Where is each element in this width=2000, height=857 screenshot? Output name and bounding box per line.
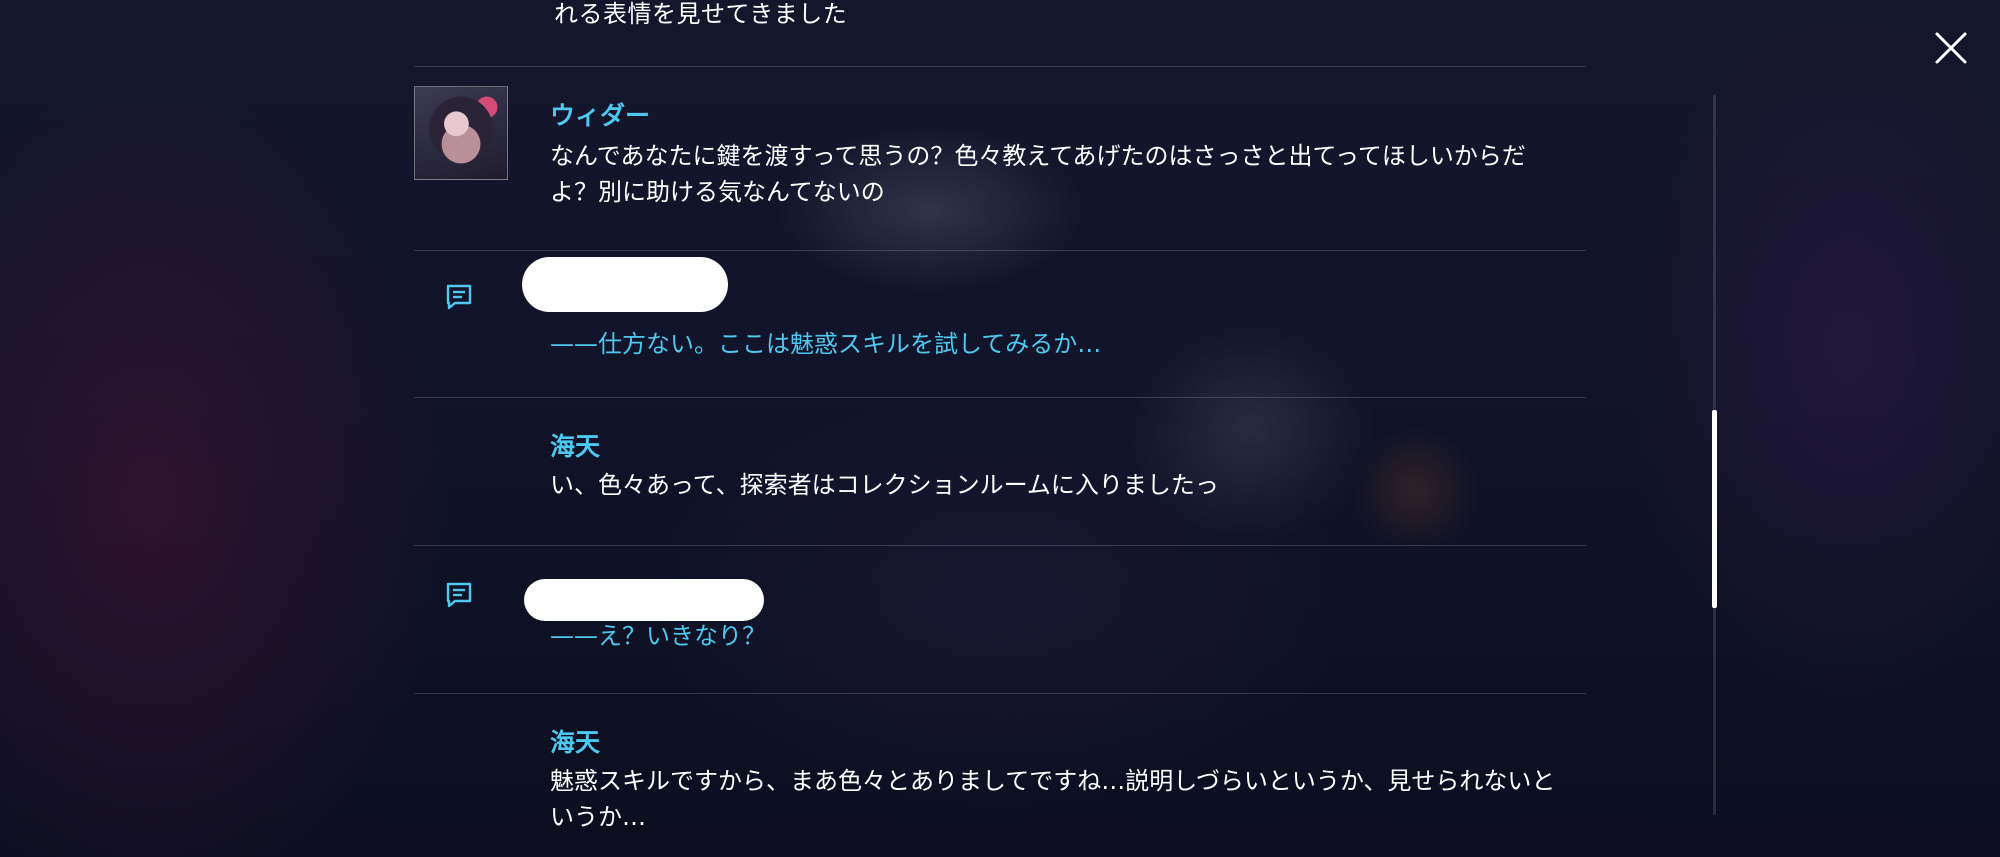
dialogue-text: 魅惑スキルですから、まあ色々とありましてですね…説明しづらいというか、見せられな… (550, 767, 1556, 831)
avatar (414, 86, 508, 180)
close-icon[interactable] (1933, 30, 1969, 66)
chat-bubble-icon (446, 284, 472, 310)
redaction-mark (522, 257, 728, 312)
divider (414, 397, 1586, 398)
divider (414, 250, 1586, 251)
choice-text: ——仕方ない。ここは魅惑スキルを試してみるか… (550, 330, 1102, 358)
dialogue-text: い、色々あって、探索者はコレクションルームに入りましたっ (550, 471, 1219, 499)
chat-bubble-icon (446, 582, 472, 608)
scrollbar-thumb[interactable] (1712, 410, 1717, 608)
divider (414, 66, 1586, 67)
choice-text: ——え？いきなり？ (550, 622, 766, 650)
speaker-name: ウィダー (550, 101, 651, 130)
dialogue-text: なんであなたに鍵を渡すって思うの？色々教えてあげたのはさっさと出てってほしいから… (550, 142, 1526, 206)
story-log-screen: れる表情を見せてきました ウィダー なんであなたに鍵を渡すって思うの？色々教えて… (0, 0, 2000, 857)
redaction-mark (524, 579, 764, 621)
divider (414, 545, 1586, 546)
divider (414, 693, 1586, 694)
partial-text-line: れる表情を見せてきました (554, 0, 848, 28)
speaker-name: 海天 (550, 432, 601, 461)
dialogue-log[interactable]: れる表情を見せてきました ウィダー なんであなたに鍵を渡すって思うの？色々教えて… (414, 0, 1586, 857)
speaker-name: 海天 (550, 728, 601, 757)
